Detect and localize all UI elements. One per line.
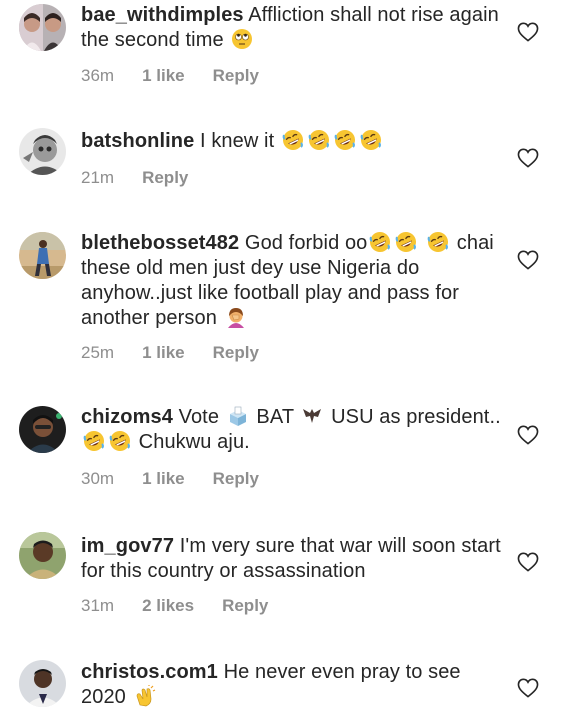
avatar-image xyxy=(19,232,66,279)
comment-meta: 21m Reply xyxy=(81,168,216,188)
clapping-hands-emoji xyxy=(134,685,156,707)
avatar[interactable] xyxy=(19,128,66,175)
avatar-image xyxy=(19,406,66,453)
reply-button[interactable]: Reply xyxy=(213,66,259,85)
comment-body: chizoms4 Vote BAT USU as president.. Chu… xyxy=(81,405,501,455)
rofl-emoji xyxy=(395,231,417,253)
avatar-image xyxy=(19,532,66,579)
comment-body: bae_withdimples Affliction shall not ris… xyxy=(81,3,501,53)
rofl-emoji xyxy=(109,430,131,452)
comment-text: USU as president.. xyxy=(331,406,501,428)
comment-text: Chukwu aju. xyxy=(138,431,250,453)
avatar[interactable] xyxy=(19,406,66,453)
heart-outline-icon[interactable] xyxy=(517,22,539,42)
comment-likes[interactable]: 1 like xyxy=(142,343,185,362)
rofl-emoji xyxy=(334,129,356,151)
comment-username[interactable]: christos.com1 xyxy=(81,661,218,683)
avatar-image xyxy=(19,128,66,175)
comment-body: batshonline I knew it xyxy=(81,129,501,154)
heart-outline-icon[interactable] xyxy=(517,552,539,572)
comment-likes[interactable]: 1 like xyxy=(142,469,185,488)
avatar[interactable] xyxy=(19,660,66,707)
comment-text: God forbid oo xyxy=(244,232,368,254)
comment-username[interactable]: blethebosset482 xyxy=(81,232,239,254)
heart-outline-icon[interactable] xyxy=(517,148,539,168)
rofl-emoji xyxy=(282,129,304,151)
comment-text: Vote xyxy=(178,406,220,428)
avatar-image xyxy=(19,4,66,51)
comment-time: 36m xyxy=(81,66,115,85)
comment-username[interactable]: chizoms4 xyxy=(81,406,173,428)
comment-time: 21m xyxy=(81,168,115,187)
reply-button[interactable]: Reply xyxy=(213,343,259,362)
comment-text: I knew it xyxy=(200,130,275,152)
comment-meta: 36m 1 like Reply xyxy=(81,66,287,86)
heart-outline-icon[interactable] xyxy=(517,425,539,445)
comment-meta: 30m 1 like Reply xyxy=(81,469,287,489)
comment-meta: 25m 1 like Reply xyxy=(81,343,287,363)
comment-text: BAT xyxy=(256,406,294,428)
comment-body: blethebosset482 God forbid oo chai these… xyxy=(81,231,501,331)
rolling-eyes-emoji xyxy=(231,28,253,50)
heart-outline-icon[interactable] xyxy=(517,250,539,270)
comment-username[interactable]: bae_withdimples xyxy=(81,4,244,26)
ballot-box-emoji xyxy=(227,405,249,427)
comment-likes[interactable]: 1 like xyxy=(142,66,185,85)
avatar-image xyxy=(19,660,66,707)
comment-body: christos.com1 He never even pray to see … xyxy=(81,660,501,710)
heart-outline-icon[interactable] xyxy=(517,678,539,698)
avatar[interactable] xyxy=(19,232,66,279)
bat-emoji xyxy=(301,405,323,427)
rofl-emoji xyxy=(369,231,391,253)
avatar[interactable] xyxy=(19,532,66,579)
reply-button[interactable]: Reply xyxy=(213,469,259,488)
rofl-emoji xyxy=(308,129,330,151)
comment-username[interactable]: batshonline xyxy=(81,130,194,152)
rofl-emoji xyxy=(427,231,449,253)
comment-likes[interactable]: 2 likes xyxy=(142,596,194,615)
rofl-emoji xyxy=(83,430,105,452)
comment-time: 31m xyxy=(81,596,115,615)
comment-username[interactable]: im_gov77 xyxy=(81,535,174,557)
comment-time: 25m xyxy=(81,343,115,362)
reply-button[interactable]: Reply xyxy=(142,168,188,187)
rofl-emoji xyxy=(360,129,382,151)
reply-button[interactable]: Reply xyxy=(222,596,268,615)
comment-time: 30m xyxy=(81,469,115,488)
comment-meta: 31m 2 likes Reply xyxy=(81,596,296,616)
facepalm-emoji xyxy=(225,306,247,328)
comment-body: im_gov77 I'm very sure that war will soo… xyxy=(81,534,501,584)
avatar[interactable] xyxy=(19,4,66,51)
